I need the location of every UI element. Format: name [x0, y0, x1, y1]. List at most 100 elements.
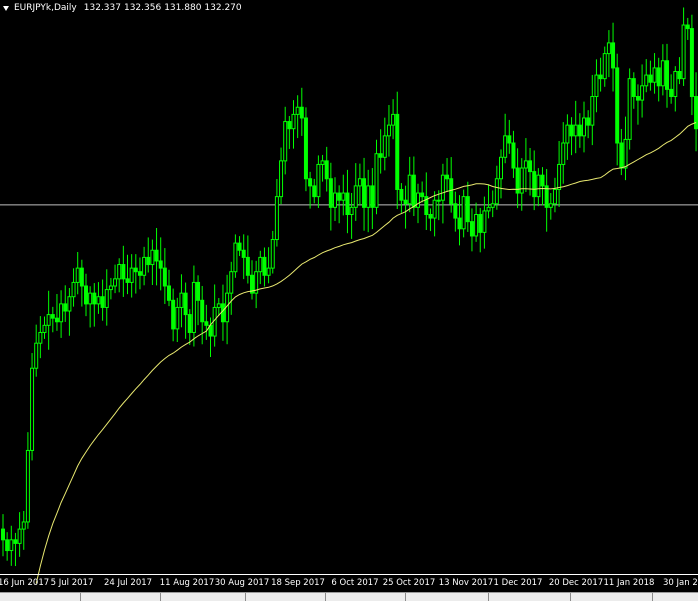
price-candle — [167, 269, 171, 307]
price-candle — [590, 74, 595, 146]
price-candle — [38, 316, 43, 359]
price-candle — [25, 432, 30, 529]
price-candle — [328, 162, 333, 231]
price-candle — [432, 191, 437, 237]
price-candle — [146, 237, 151, 273]
price-candle — [299, 87, 304, 136]
price-candle — [225, 274, 230, 345]
price-candle — [345, 169, 350, 234]
price-candle — [333, 177, 337, 222]
price-candle — [212, 284, 217, 347]
price-candle — [337, 185, 342, 224]
price-candle — [424, 172, 429, 230]
price-candle — [200, 285, 205, 345]
price-candle — [511, 130, 516, 178]
price-candle — [640, 64, 645, 118]
price-candle — [465, 181, 470, 232]
price-candle — [366, 169, 371, 233]
price-candle — [129, 254, 134, 298]
price-candle — [552, 177, 557, 213]
price-candle — [644, 59, 649, 93]
price-candle — [34, 324, 39, 377]
price-candle — [279, 147, 284, 205]
date-tick-label: 11 Aug 2017 — [159, 578, 215, 588]
price-candle — [573, 100, 578, 154]
price-candle — [270, 230, 275, 274]
price-candle — [1, 514, 5, 557]
price-candle — [100, 279, 105, 321]
price-candle — [63, 285, 68, 322]
high-price: 132.356 — [123, 3, 162, 13]
price-candle — [486, 184, 491, 219]
price-candle — [490, 190, 495, 218]
price-candle — [137, 257, 142, 290]
price-candle — [403, 185, 408, 229]
price-candle — [13, 532, 18, 567]
price-candle — [428, 208, 433, 232]
price-candle — [362, 157, 367, 231]
price-candle — [420, 181, 425, 203]
price-candle — [528, 147, 533, 196]
price-candle — [507, 119, 512, 154]
price-candle — [378, 129, 383, 174]
price-candle — [175, 297, 180, 343]
price-candle — [241, 234, 246, 280]
price-candle — [287, 116, 292, 149]
price-candle — [606, 30, 611, 78]
price-candle — [681, 7, 686, 86]
price-candle — [320, 154, 325, 182]
price-candle — [171, 288, 176, 342]
price-candle — [499, 149, 503, 199]
date-tick-label: 25 Oct 2017 — [382, 578, 436, 588]
price-candle — [445, 158, 450, 192]
price-candle — [615, 53, 620, 166]
price-candle — [108, 277, 113, 300]
price-candle — [449, 157, 454, 213]
price-candle — [515, 148, 520, 209]
price-candle — [594, 59, 599, 113]
price-candle — [349, 192, 354, 239]
price-candle — [121, 245, 126, 297]
price-candle — [536, 168, 541, 207]
price-candle — [532, 150, 537, 211]
price-candle — [162, 248, 167, 304]
date-tick-label: 5 Jul 2017 — [50, 578, 94, 588]
price-candle — [656, 57, 661, 102]
price-candle — [673, 66, 678, 112]
price-candle — [386, 105, 391, 157]
price-candle — [216, 298, 221, 316]
price-candle — [84, 273, 88, 317]
price-candle — [237, 236, 242, 257]
price-candle — [303, 107, 308, 192]
price-candle — [75, 252, 80, 295]
date-tick-label: 20 Dec 2017 — [548, 578, 604, 588]
price-candle — [5, 532, 10, 561]
date-tick-label: 1 Dec 2017 — [493, 578, 543, 588]
price-candle — [54, 294, 59, 331]
price-candle — [96, 282, 101, 314]
price-candle — [457, 195, 462, 246]
price-candle — [623, 116, 628, 181]
price-candle — [370, 168, 375, 230]
price-candle — [478, 207, 483, 253]
close-price: 132.270 — [204, 3, 242, 13]
chart-window[interactable]: EURJPYk,Daily 132.337 132.356 131.880 13… — [0, 0, 698, 601]
price-candle — [453, 191, 458, 232]
date-tick-label: 6 Oct 2017 — [331, 578, 379, 588]
symbol-header: EURJPYk,Daily 132.337 132.356 131.880 13… — [2, 2, 242, 14]
price-candle — [245, 235, 250, 284]
date-tick-label: 24 Jul 2017 — [103, 578, 153, 588]
price-chart[interactable] — [0, 0, 698, 600]
price-candle — [67, 288, 72, 336]
price-candle — [179, 274, 184, 328]
time-axis-line — [0, 574, 698, 575]
date-tick-label: 18 Sep 2017 — [271, 578, 325, 588]
price-candle — [382, 117, 387, 171]
low-price: 131.880 — [164, 3, 202, 13]
chevron-down-icon[interactable] — [3, 5, 9, 11]
price-candle — [308, 171, 313, 209]
price-candle — [50, 306, 55, 333]
price-candle — [42, 316, 47, 339]
date-tick-label: 13 Nov 2017 — [438, 578, 494, 588]
price-candle — [565, 114, 570, 160]
